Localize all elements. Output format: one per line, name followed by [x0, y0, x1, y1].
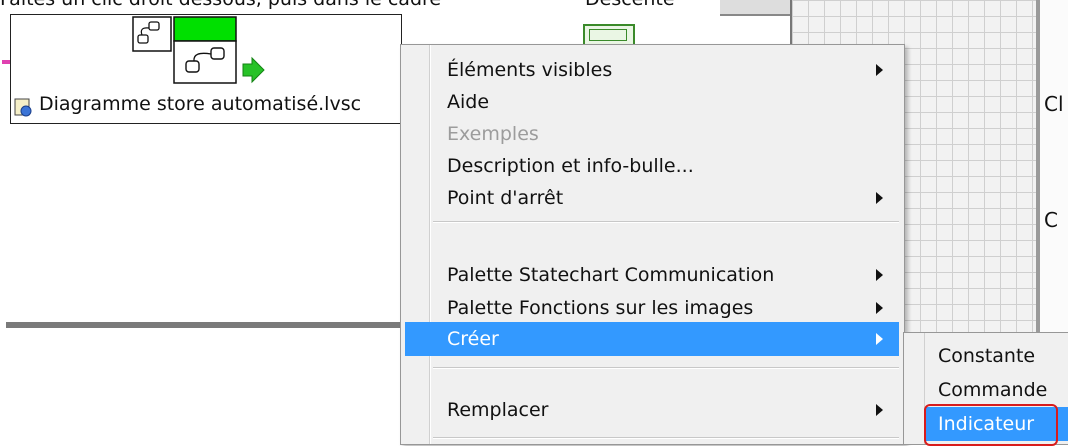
file-icon [14, 98, 32, 117]
menu-item-elements-visibles[interactable]: Éléments visibles [405, 53, 899, 87]
wire-left [2, 60, 10, 64]
menu-item-aide[interactable]: Aide [405, 85, 899, 119]
menu-separator [433, 437, 899, 439]
submenu-arrow-icon [876, 302, 883, 314]
green-arrow-icon [242, 56, 265, 84]
menu-item-remplacer[interactable]: Remplacer [405, 393, 899, 427]
submenu-item-label: Commande [938, 379, 1048, 401]
menu-item-label: Éléments visibles [447, 59, 613, 81]
submenu-arrow-icon [876, 333, 883, 345]
menu-separator [433, 367, 899, 369]
menu-item-label: Palette Statechart Communication [447, 264, 775, 286]
menu-item-point-arret[interactable]: Point d'arrêt [405, 181, 899, 215]
panel-letter: Cl [1044, 92, 1064, 116]
window-frame [720, 0, 790, 16]
descente-label: Descente [585, 0, 675, 10]
run-statechart-icon [173, 16, 237, 84]
menu-item-label: Point d'arrêt [447, 187, 564, 209]
context-menu: Éléments visibles Aide Exemples Descript… [400, 44, 905, 445]
menu-item-creer[interactable]: Créer [405, 322, 899, 356]
state-diagram-icon [132, 16, 172, 52]
wire-gray [6, 322, 404, 328]
submenu-item-constante[interactable]: Constante [926, 339, 1068, 373]
vi-caption: Diagramme store automatisé.lvsc [39, 93, 362, 115]
menu-item-label: Description et info-bulle... [447, 155, 694, 177]
submenu-item-commande[interactable]: Commande [926, 373, 1068, 407]
menu-item-label: Exemples [447, 123, 539, 145]
highlight-annotation [924, 404, 1058, 446]
submenu-arrow-icon [876, 64, 883, 76]
menu-item-palette-statechart[interactable]: Palette Statechart Communication [405, 258, 899, 292]
menu-item-label: Remplacer [447, 399, 549, 421]
menu-separator [433, 221, 899, 223]
submenu-arrow-icon [876, 404, 883, 416]
submenu-item-label: Constante [938, 345, 1036, 367]
submenu-arrow-icon [876, 192, 883, 204]
panel-letter: C [1044, 208, 1058, 232]
menu-item-exemples: Exemples [405, 117, 899, 151]
menu-item-label: Créer [447, 328, 499, 350]
menu-item-label: Palette Fonctions sur les images [447, 297, 754, 319]
statechart-vi-node[interactable]: Diagramme store automatisé.lvsc [10, 14, 402, 124]
submenu-arrow-icon [876, 269, 883, 281]
menu-item-palette-images[interactable]: Palette Fonctions sur les images [405, 291, 899, 325]
menu-item-description[interactable]: Description et info-bulle... [405, 149, 899, 183]
menu-item-label: Aide [447, 91, 490, 113]
instruction-text: Faites un clic droit dessous, puis dans … [0, 0, 441, 10]
